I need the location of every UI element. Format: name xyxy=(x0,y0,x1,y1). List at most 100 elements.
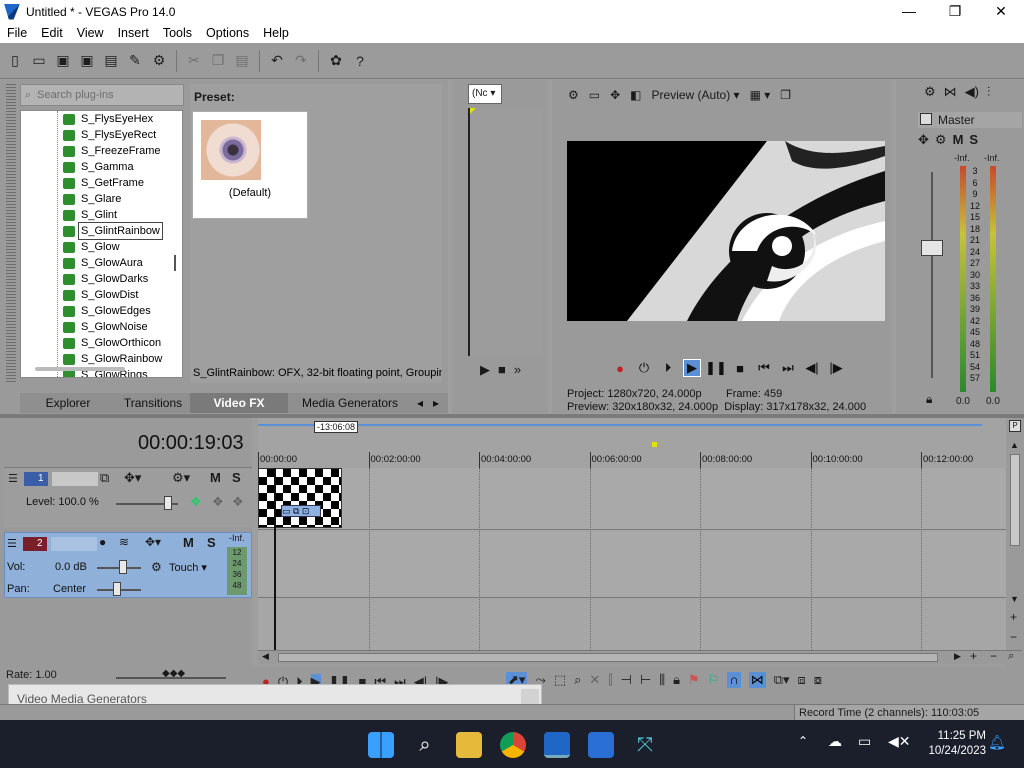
track-mute-button[interactable]: M xyxy=(210,470,221,485)
split-screen-icon[interactable]: ✥ xyxy=(610,88,620,102)
master-mute-button[interactable]: M xyxy=(953,132,964,148)
audio-solo-button[interactable]: S xyxy=(207,535,216,550)
plugin-tree[interactable]: S_FlysEyeHex S_FlysEyeRect S_FreezeFrame S_… xyxy=(20,110,183,378)
timeline-cursor[interactable] xyxy=(274,468,276,650)
trim-stop-icon[interactable]: ■ xyxy=(498,362,506,378)
insert-region-icon[interactable]: ⚐ xyxy=(708,672,720,688)
zoom-in-horizontal-icon[interactable]: + xyxy=(970,649,977,663)
redo-icon[interactable]: ↷ xyxy=(292,52,310,70)
mixer-icon[interactable]: ⫶ xyxy=(987,84,990,100)
properties-icon[interactable]: ✎ xyxy=(126,52,144,70)
save-icon[interactable]: ▣ xyxy=(54,52,72,70)
snipping-tool-icon[interactable]: ⤧ xyxy=(632,732,658,758)
search-taskbar-icon[interactable]: ⌕ xyxy=(412,732,438,758)
trim-play-icon[interactable]: ▶ xyxy=(480,362,490,378)
trim-start-icon[interactable]: ⊣ xyxy=(620,672,631,688)
open-folder-icon[interactable]: ▭ xyxy=(30,52,48,70)
tabs-right-arrow[interactable]: ▸ xyxy=(428,393,444,413)
next-frame-icon[interactable]: |▶ xyxy=(828,360,844,376)
pause-icon[interactable]: ❚❚ xyxy=(705,360,727,376)
marker-bar-icon[interactable]: P xyxy=(1009,420,1021,432)
settings-gear-icon[interactable]: ⚙ xyxy=(150,52,168,70)
track-name-field[interactable] xyxy=(52,472,98,486)
zoom-in-vertical-icon[interactable]: + xyxy=(1010,610,1017,624)
trim-end-icon[interactable]: ⊢ xyxy=(640,672,651,688)
play-from-start-icon[interactable]: ⏵ xyxy=(660,360,676,376)
tree-hscrollbar[interactable] xyxy=(35,367,125,371)
master-lock-icon[interactable]: 🔒︎ xyxy=(926,392,932,407)
tree-vscrollbar[interactable] xyxy=(174,255,176,271)
overlays-grid-icon[interactable]: ▦ ▾ xyxy=(750,88,771,102)
automation-mode[interactable]: Touch ▾ xyxy=(169,561,207,574)
plugin-list-item[interactable]: S_GlowRainbow xyxy=(21,351,182,367)
plugin-list-item[interactable]: S_GlowAura xyxy=(21,255,182,271)
plugin-list-item[interactable]: S_GlowEdges xyxy=(21,303,182,319)
plugin-list-item[interactable]: S_FlysEyeRect xyxy=(21,127,182,143)
tab-transitions[interactable]: Transitions xyxy=(116,393,190,413)
timeline-vscroll[interactable]: P ▲ ▼ + − xyxy=(1006,418,1024,666)
stop-icon[interactable]: ■ xyxy=(732,360,748,376)
plugin-list-item[interactable]: S_GlintRainbow xyxy=(21,222,182,240)
video-track-header[interactable]: ☰ 1 ⧉ ✥▾ ⚙▾ M S Level: 100.0 % ❖ ❖ ❖ xyxy=(4,467,252,527)
trimmer-media-select[interactable]: (Nc ▾ xyxy=(468,84,502,104)
menu-view[interactable]: View xyxy=(70,26,111,40)
automation-gear-icon[interactable]: ⚙ xyxy=(151,560,162,574)
master-pan-icon[interactable]: ✥ xyxy=(918,132,929,148)
plugin-list-item[interactable]: S_Gamma xyxy=(21,159,182,175)
vscroll-thumb[interactable] xyxy=(1010,454,1020,546)
speaker-icon[interactable]: ◀) xyxy=(965,84,979,100)
master-fader-knob[interactable] xyxy=(921,240,943,256)
hscroll-thumb[interactable] xyxy=(278,653,938,662)
track-expand-icon[interactable]: ☰ xyxy=(8,472,18,485)
maximize-button[interactable]: ❐ xyxy=(932,0,978,23)
auto-crossfade-icon[interactable]: ⋈ xyxy=(748,672,766,688)
hscroll-left-icon[interactable]: ◀ xyxy=(262,651,269,662)
undo-icon[interactable]: ↶ xyxy=(268,52,286,70)
tabs-left-arrow[interactable]: ◂ xyxy=(412,393,428,413)
make-compositing-parent-icon[interactable]: ❖ xyxy=(232,494,244,510)
plugin-list-item[interactable]: S_GlowNoise xyxy=(21,319,182,335)
time-ruler[interactable]: -13:06:08 00:00:00 00:02:00:00 00:04:00:00… xyxy=(258,418,1006,468)
preset-default-thumb[interactable]: (Default) xyxy=(192,111,308,219)
loop-region-bar[interactable] xyxy=(258,424,982,426)
trim-next-icon[interactable]: » xyxy=(514,362,521,378)
marker-icon[interactable] xyxy=(652,442,657,447)
timeline-hscroll[interactable]: ◀ ▶ + − ⌕ xyxy=(258,649,1022,664)
tab-media-generators[interactable]: Media Generators xyxy=(288,393,412,413)
menu-insert[interactable]: Insert xyxy=(111,26,156,40)
audio-track-name-field[interactable] xyxy=(51,537,97,551)
scroll-down-icon[interactable]: ▼ xyxy=(1010,594,1019,604)
minimize-button[interactable]: — xyxy=(886,0,932,23)
downmix-icon[interactable]: ⋈ xyxy=(944,84,957,100)
plugin-list-item[interactable]: S_GlowDarks xyxy=(21,271,182,287)
plugin-list-item[interactable]: S_GlowOrthicon xyxy=(21,335,182,351)
windows-start-icon[interactable] xyxy=(368,732,394,758)
track-compositing-icon[interactable]: ✥▾ xyxy=(124,470,141,486)
copy-snapshot-icon[interactable]: ❐ xyxy=(780,88,791,102)
notification-bell-icon[interactable]: 🔔︎ xyxy=(988,734,1006,751)
go-to-end-icon[interactable]: ⏭ xyxy=(780,360,796,376)
split-icon[interactable]: ⫼ xyxy=(659,672,665,688)
paste-icon[interactable]: ▤ xyxy=(233,52,251,70)
help-icon[interactable]: ? xyxy=(351,52,369,70)
trim-icon[interactable]: ⫿ xyxy=(608,672,612,688)
audio-track-header[interactable]: ☰ 2 ● ≋ ✥▾ M S -Inf. 12 24 36 48 Vol: 0.0 d… xyxy=(4,532,252,598)
tab-explorer[interactable]: Explorer xyxy=(20,393,116,413)
video-track-lane[interactable] xyxy=(258,468,1006,530)
volume-muted-icon[interactable]: ◀✕ xyxy=(888,733,911,750)
vol-slider-knob[interactable] xyxy=(119,560,127,574)
track-solo-button[interactable]: S xyxy=(232,470,241,485)
panel-grip[interactable] xyxy=(6,84,16,384)
plugin-list-item[interactable]: S_GetFrame xyxy=(21,175,182,191)
tab-video-fx[interactable]: Video FX xyxy=(190,393,288,413)
zoom-out-horizontal-icon[interactable]: − xyxy=(990,649,997,663)
zoom-edit-tool-icon[interactable]: ⌕ xyxy=(574,672,581,688)
plugin-list-item[interactable]: S_Glow xyxy=(21,239,182,255)
menu-file[interactable]: File xyxy=(0,26,34,40)
external-monitor-icon[interactable]: ▭ xyxy=(589,88,600,102)
save-as-icon[interactable]: ▣ xyxy=(78,52,96,70)
track-fx-gear-icon[interactable]: ⚙▾ xyxy=(172,470,190,486)
go-to-start-icon[interactable]: ⏮ xyxy=(756,360,772,376)
plugin-list-item[interactable]: S_Glare xyxy=(21,191,182,207)
level-slider-knob[interactable] xyxy=(164,496,172,510)
